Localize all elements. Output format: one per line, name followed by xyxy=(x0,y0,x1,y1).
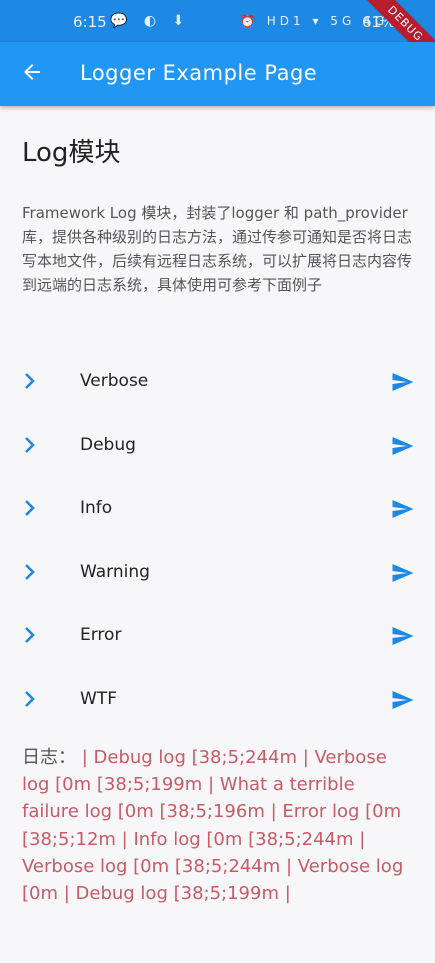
module-description: Framework Log 模块，封装了logger 和 path_provid… xyxy=(22,204,413,294)
log-level-item-warning[interactable]: Warning xyxy=(0,543,435,603)
log-level-label: Warning xyxy=(80,562,150,582)
app-bar: Logger Example Page xyxy=(0,42,435,106)
log-level-label: Error xyxy=(80,625,122,645)
send-icon[interactable] xyxy=(389,561,416,585)
log-level-item-error[interactable]: Error xyxy=(0,606,435,666)
status-time: 6:15 xyxy=(73,13,107,31)
log-level-item-debug[interactable]: Debug xyxy=(0,416,435,476)
chevron-right-icon xyxy=(25,627,35,643)
chevron-right-icon xyxy=(25,691,35,707)
chevron-right-icon xyxy=(25,437,35,453)
chevron-right-icon xyxy=(25,500,35,516)
module-heading: Log模块 xyxy=(22,138,121,168)
log-level-label: Debug xyxy=(80,435,136,455)
chevron-right-icon xyxy=(25,564,35,580)
send-icon[interactable] xyxy=(389,497,416,521)
send-icon[interactable] xyxy=(389,624,416,648)
log-level-label: WTF xyxy=(80,689,117,709)
log-label: 日志： xyxy=(22,747,76,768)
log-output: 日志： | Debug log [38;5;244m | Verbose log… xyxy=(22,744,417,907)
notification-icons: 💬 ◐ ⬇ xyxy=(110,13,191,29)
send-icon[interactable] xyxy=(389,370,416,394)
back-arrow-icon[interactable] xyxy=(20,60,44,84)
log-text: | Debug log [38;5;244m | Verbose log [0m… xyxy=(22,747,404,905)
chevron-right-icon xyxy=(25,373,35,389)
log-level-item-info[interactable]: Info xyxy=(0,479,435,539)
log-level-label: Info xyxy=(80,498,113,518)
log-level-label: Verbose xyxy=(80,371,149,391)
log-level-item-verbose[interactable]: Verbose xyxy=(0,352,435,412)
log-level-item-wtf[interactable]: WTF xyxy=(0,670,435,730)
page-title: Logger Example Page xyxy=(80,61,318,85)
status-bar: 6:15 💬 ◐ ⬇ ⏰ HD1 ▾ 5G 4G 61% xyxy=(0,0,435,42)
send-icon[interactable] xyxy=(389,688,416,712)
send-icon[interactable] xyxy=(389,434,416,458)
